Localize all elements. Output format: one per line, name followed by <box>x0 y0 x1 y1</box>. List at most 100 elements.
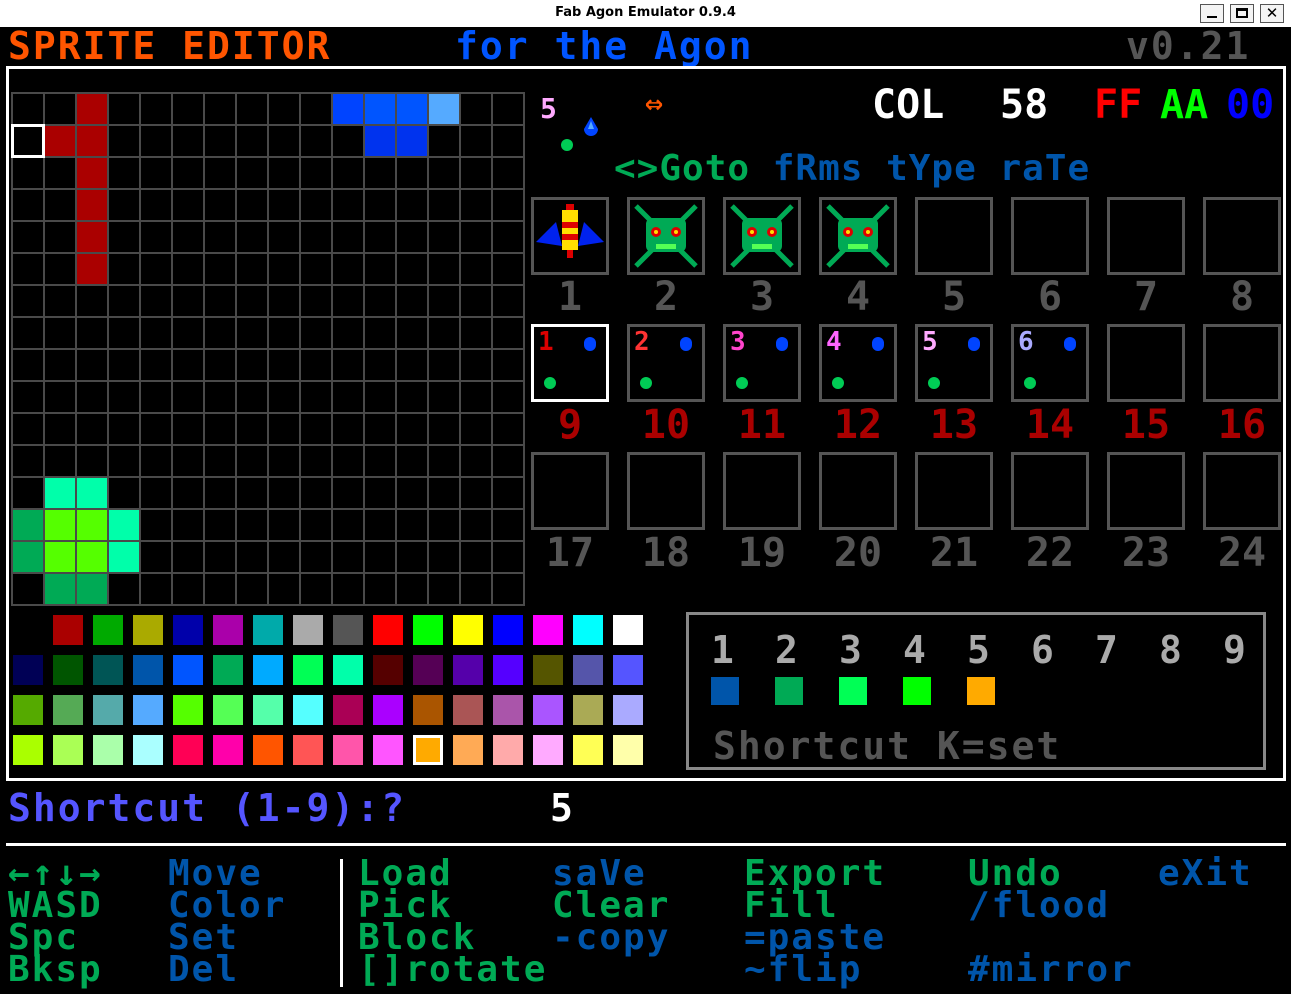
palette-swatch[interactable] <box>93 655 123 685</box>
palette-swatch[interactable] <box>13 615 43 645</box>
palette-swatch[interactable] <box>413 735 443 765</box>
palette-swatch[interactable] <box>173 735 203 765</box>
palette-swatch[interactable] <box>493 695 523 725</box>
grid-pixel[interactable] <box>75 476 107 508</box>
sprite-slot[interactable] <box>819 452 897 530</box>
palette-swatch[interactable] <box>453 735 483 765</box>
palette-swatch[interactable] <box>13 655 43 685</box>
grid-pixel[interactable] <box>43 508 75 540</box>
swap-arrow-icon[interactable]: ⇔ <box>645 89 663 119</box>
shortcut-swatch[interactable] <box>711 677 739 705</box>
sprite-slot[interactable] <box>819 197 897 275</box>
palette-swatch[interactable] <box>613 615 643 645</box>
sprite-slot[interactable]: 3 <box>723 324 801 402</box>
palette-swatch[interactable] <box>13 735 43 765</box>
sprite-slot[interactable]: 5 <box>915 324 993 402</box>
grid-pixel[interactable] <box>363 92 395 124</box>
palette-swatch[interactable] <box>573 735 603 765</box>
close-button[interactable]: ✕ <box>1260 4 1284 23</box>
palette-swatch[interactable] <box>333 695 363 725</box>
palette-swatch[interactable] <box>613 655 643 685</box>
palette-swatch[interactable] <box>13 695 43 725</box>
palette-swatch[interactable] <box>413 615 443 645</box>
sprite-slot[interactable] <box>1011 197 1089 275</box>
palette-swatch[interactable] <box>293 615 323 645</box>
sprite-slot[interactable] <box>723 452 801 530</box>
palette-swatch[interactable] <box>213 615 243 645</box>
grid-pixel[interactable] <box>75 252 107 284</box>
palette-swatch[interactable] <box>373 615 403 645</box>
palette-swatch[interactable] <box>213 735 243 765</box>
grid-pixel[interactable] <box>331 92 363 124</box>
palette-swatch[interactable] <box>53 695 83 725</box>
palette-swatch[interactable] <box>453 695 483 725</box>
sprite-slot[interactable] <box>723 197 801 275</box>
sprite-slot[interactable]: 2 <box>627 324 705 402</box>
sprite-slot[interactable] <box>915 452 993 530</box>
sprite-slot[interactable]: 4 <box>819 324 897 402</box>
palette-swatch[interactable] <box>173 695 203 725</box>
palette-swatch[interactable] <box>573 655 603 685</box>
maximize-button[interactable] <box>1230 4 1254 23</box>
grid-pixel[interactable] <box>107 508 139 540</box>
palette-swatch[interactable] <box>493 615 523 645</box>
palette-swatch[interactable] <box>213 655 243 685</box>
palette-swatch[interactable] <box>133 615 163 645</box>
palette-swatch[interactable] <box>613 735 643 765</box>
sprite-slot[interactable] <box>1203 452 1281 530</box>
palette-swatch[interactable] <box>493 735 523 765</box>
palette-swatch[interactable] <box>613 695 643 725</box>
palette-swatch[interactable] <box>293 695 323 725</box>
grid-pixel[interactable] <box>43 476 75 508</box>
palette-swatch[interactable] <box>93 735 123 765</box>
grid-pixel[interactable] <box>75 508 107 540</box>
palette-swatch[interactable] <box>413 655 443 685</box>
grid-pixel[interactable] <box>43 540 75 572</box>
palette-swatch[interactable] <box>133 695 163 725</box>
sprite-slot[interactable] <box>1203 197 1281 275</box>
palette-swatch[interactable] <box>133 655 163 685</box>
grid-pixel[interactable] <box>75 220 107 252</box>
shortcut-swatch[interactable] <box>903 677 931 705</box>
grid-pixel[interactable] <box>43 572 75 604</box>
shortcut-swatch[interactable] <box>967 677 995 705</box>
sprite-slot[interactable] <box>1107 197 1185 275</box>
sprite-slot[interactable] <box>531 452 609 530</box>
shortcut-swatch[interactable] <box>839 677 867 705</box>
palette-swatch[interactable] <box>53 655 83 685</box>
sprite-slot[interactable]: 1 <box>531 324 609 402</box>
palette-swatch[interactable] <box>53 615 83 645</box>
palette-swatch[interactable] <box>173 615 203 645</box>
palette-swatch[interactable] <box>253 655 283 685</box>
palette-swatch[interactable] <box>573 695 603 725</box>
palette-swatch[interactable] <box>293 735 323 765</box>
palette-swatch[interactable] <box>453 615 483 645</box>
palette-swatch[interactable] <box>253 615 283 645</box>
grid-pixel[interactable] <box>75 124 107 156</box>
grid-pixel[interactable] <box>427 92 459 124</box>
palette-swatch[interactable] <box>533 655 563 685</box>
palette-swatch[interactable] <box>173 655 203 685</box>
grid-pixel[interactable] <box>11 508 43 540</box>
grid-pixel[interactable] <box>11 540 43 572</box>
palette-swatch[interactable] <box>413 695 443 725</box>
palette-swatch[interactable] <box>213 695 243 725</box>
palette-swatch[interactable] <box>293 655 323 685</box>
palette-swatch[interactable] <box>533 695 563 725</box>
grid-pixel[interactable] <box>43 124 75 156</box>
grid-pixel[interactable] <box>395 124 427 156</box>
grid-pixel[interactable] <box>75 540 107 572</box>
palette-swatch[interactable] <box>573 615 603 645</box>
palette-swatch[interactable] <box>333 615 363 645</box>
prompt-input[interactable]: 5 <box>550 789 573 827</box>
grid-pixel[interactable] <box>75 572 107 604</box>
palette-swatch[interactable] <box>93 695 123 725</box>
sprite-slot[interactable]: 6 <box>1011 324 1089 402</box>
palette-swatch[interactable] <box>533 615 563 645</box>
pixel-grid[interactable] <box>11 92 525 606</box>
palette-swatch[interactable] <box>373 655 403 685</box>
palette-swatch[interactable] <box>453 655 483 685</box>
palette-swatch[interactable] <box>53 735 83 765</box>
sprite-slot[interactable] <box>627 197 705 275</box>
palette-swatch[interactable] <box>373 695 403 725</box>
